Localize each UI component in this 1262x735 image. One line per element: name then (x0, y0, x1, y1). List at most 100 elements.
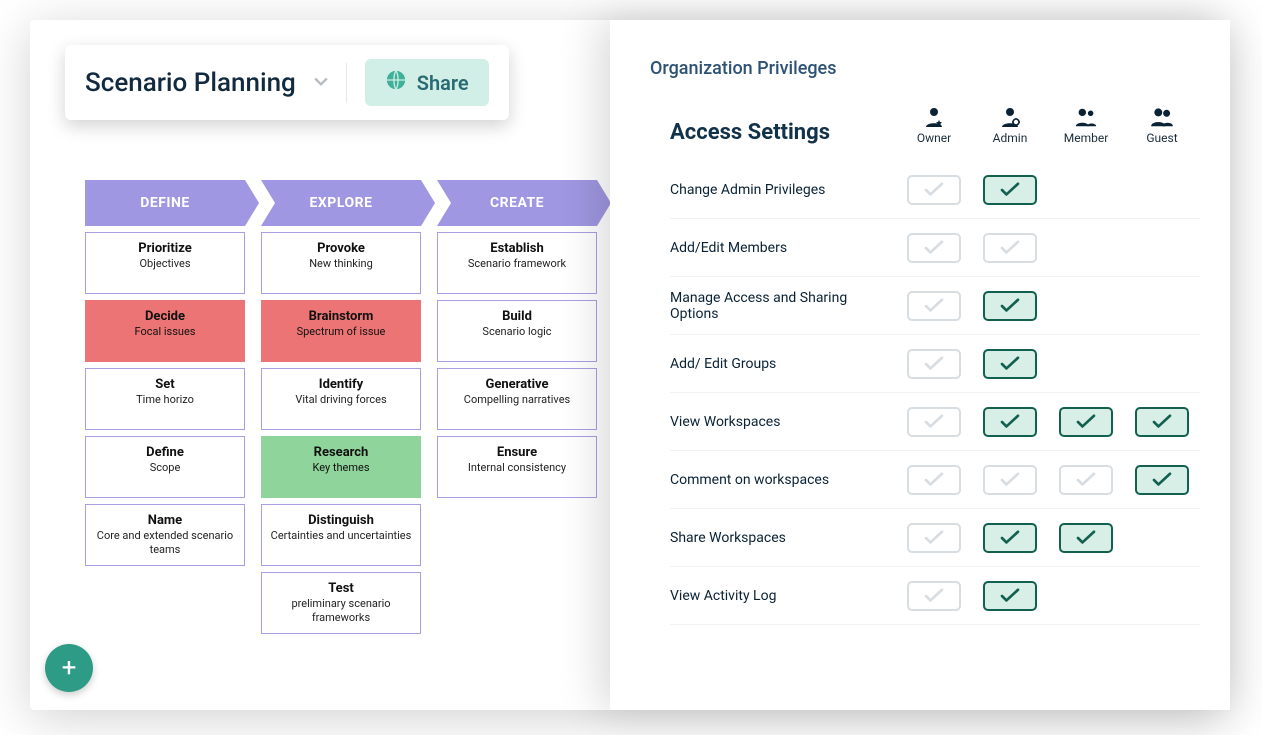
card-subtitle: Scenario framework (444, 257, 590, 271)
card-subtitle: Certainties and uncertainties (268, 529, 414, 543)
privilege-toggle[interactable] (907, 465, 961, 495)
privilege-row: Manage Access and Sharing Options (670, 277, 1200, 335)
scenario-card[interactable]: ProvokeNew thinking (261, 232, 421, 294)
card-title: Set (92, 377, 238, 392)
privilege-toggle[interactable] (1059, 407, 1113, 437)
stage-column: DEFINEPrioritizeObjectivesDecideFocal is… (85, 180, 245, 634)
scenario-card[interactable]: Testpreliminary scenario frameworks (261, 572, 421, 634)
privilege-label: View Workspaces (670, 414, 896, 430)
card-title: Generative (444, 377, 590, 392)
privilege-toggle[interactable] (907, 233, 961, 263)
scenario-card[interactable]: GenerativeCompelling narratives (437, 368, 597, 430)
privilege-toggle[interactable] (1135, 407, 1189, 437)
privilege-toggle[interactable] (983, 291, 1037, 321)
card-subtitle: Compelling narratives (444, 393, 590, 407)
scenario-card[interactable]: EstablishScenario framework (437, 232, 597, 294)
chevron-down-icon[interactable] (314, 75, 328, 91)
toolbar: Scenario Planning Share (65, 45, 509, 120)
scenario-card[interactable]: BrainstormSpectrum of issue (261, 300, 421, 362)
card-subtitle: preliminary scenario frameworks (268, 597, 414, 625)
scenario-card[interactable]: EnsureInternal consistency (437, 436, 597, 498)
card-title: Distinguish (268, 513, 414, 528)
card-title: Ensure (444, 445, 590, 460)
privilege-toggle[interactable] (907, 581, 961, 611)
privilege-toggle[interactable] (983, 581, 1037, 611)
role-member: Member (1048, 107, 1124, 145)
app-canvas: Scenario Planning Share DEFINE Prioritize… (30, 20, 1230, 710)
card-subtitle: Objectives (92, 257, 238, 271)
privilege-rows: Change Admin Privileges Add/Edit Members M… (650, 161, 1200, 625)
card-subtitle: Spectrum of issue (268, 325, 414, 339)
privilege-toggle[interactable] (907, 291, 961, 321)
card-subtitle: Focal issues (92, 325, 238, 339)
card-title: Establish (444, 241, 590, 256)
card-subtitle: Time horizo (92, 393, 238, 407)
globe-icon (385, 69, 407, 96)
add-fab[interactable]: + (45, 644, 93, 692)
scenario-card[interactable]: BuildScenario logic (437, 300, 597, 362)
card-title: Brainstorm (268, 309, 414, 324)
card-title: Build (444, 309, 590, 324)
scenario-card[interactable]: DefineScope (85, 436, 245, 498)
privilege-label: Change Admin Privileges (670, 182, 896, 198)
card-subtitle: Core and extended scenario teams (92, 529, 238, 557)
workspace-title: Scenario Planning (85, 68, 296, 98)
card-title: Test (268, 581, 414, 596)
scenario-diagram: DEFINEPrioritizeObjectivesDecideFocal is… (85, 180, 661, 634)
section-title: Access Settings (670, 120, 896, 145)
card-subtitle: New thinking (268, 257, 414, 271)
privilege-toggle[interactable] (1059, 523, 1113, 553)
stage-header[interactable]: EXPLORE (261, 180, 421, 226)
role-owner: Owner (896, 107, 972, 145)
privilege-label: Comment on workspaces (670, 472, 896, 488)
role-guest: Guest (1124, 107, 1200, 145)
scenario-card[interactable]: DistinguishCertainties and uncertainties (261, 504, 421, 566)
privilege-label: Add/Edit Members (670, 240, 896, 256)
card-subtitle: Scenario logic (444, 325, 590, 339)
privilege-toggle[interactable] (1135, 465, 1189, 495)
privilege-toggle[interactable] (907, 349, 961, 379)
privilege-row: Share Workspaces (670, 509, 1200, 567)
panel-title: Organization Privileges (650, 58, 1200, 79)
role-admin: Admin (972, 107, 1048, 145)
card-subtitle: Scope (92, 461, 238, 475)
privilege-toggle[interactable] (983, 523, 1037, 553)
scenario-card[interactable]: NameCore and extended scenario teams (85, 504, 245, 566)
toolbar-divider (346, 63, 347, 103)
privilege-toggle[interactable] (983, 175, 1037, 205)
privilege-toggle[interactable] (1059, 465, 1113, 495)
privilege-toggle[interactable] (983, 407, 1037, 437)
privilege-label: Share Workspaces (670, 530, 896, 546)
privilege-label: View Activity Log (670, 588, 896, 604)
privilege-toggle[interactable] (983, 349, 1037, 379)
privilege-row: View Workspaces (670, 393, 1200, 451)
stage-column: EXPLOREProvokeNew thinkingBrainstormSpec… (261, 180, 421, 634)
panel-header-row: Access Settings Owner Admin Member Guest (650, 107, 1200, 145)
privilege-row: Comment on workspaces (670, 451, 1200, 509)
scenario-card[interactable]: ResearchKey themes (261, 436, 421, 498)
stage-column: CREATEEstablishScenario frameworkBuildSc… (437, 180, 597, 634)
privilege-toggle[interactable] (907, 175, 961, 205)
card-title: Provoke (268, 241, 414, 256)
privilege-toggle[interactable] (907, 407, 961, 437)
privilege-toggle[interactable] (907, 523, 961, 553)
scenario-card[interactable]: IdentifyVital driving forces (261, 368, 421, 430)
scenario-card[interactable]: SetTime horizo (85, 368, 245, 430)
privilege-toggle[interactable] (983, 465, 1037, 495)
privilege-row: Change Admin Privileges (670, 161, 1200, 219)
privilege-label: Add/ Edit Groups (670, 356, 896, 372)
privilege-row: Add/Edit Members (670, 219, 1200, 277)
plus-icon: + (62, 653, 77, 683)
stage-header[interactable]: CREATE (437, 180, 597, 226)
card-title: Prioritize (92, 241, 238, 256)
card-title: Research (268, 445, 414, 460)
card-title: Name (92, 513, 238, 528)
card-title: Decide (92, 309, 238, 324)
share-button[interactable]: Share (365, 59, 489, 106)
stage-header[interactable]: DEFINE (85, 180, 245, 226)
scenario-card[interactable]: PrioritizeObjectives (85, 232, 245, 294)
privilege-row: Add/ Edit Groups (670, 335, 1200, 393)
privilege-toggle[interactable] (983, 233, 1037, 263)
scenario-card[interactable]: DecideFocal issues (85, 300, 245, 362)
privileges-panel: Organization Privileges Access Settings … (610, 20, 1230, 710)
